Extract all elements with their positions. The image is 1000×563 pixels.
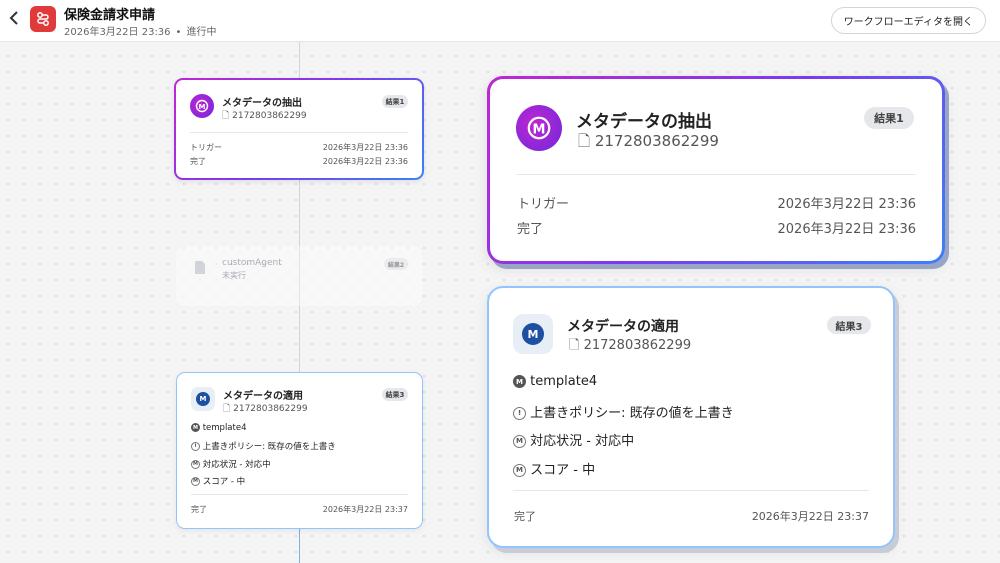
svg-text:M: M xyxy=(533,123,546,138)
complete-time: 2026年3月22日 23:37 xyxy=(751,510,869,523)
file-id: 🗋 2172803862299 xyxy=(223,401,308,417)
file-icon: 🗋 xyxy=(223,404,231,414)
apply-step-card-zoomed[interactable]: M メタデータの適用 🗋 2172803862299 結果3 M templat… xyxy=(487,286,895,548)
complete-time: 2026年3月22日 23:36 xyxy=(777,222,917,237)
complete-label: 完了 xyxy=(191,505,207,514)
trigger-time: 2026年3月22日 23:36 xyxy=(322,143,408,152)
apply-item-score: M スコア - 中 xyxy=(513,459,595,478)
step-title: メタデータの適用 xyxy=(223,391,303,402)
metadata-icon: M xyxy=(191,423,200,432)
metadata-ai-icon: M xyxy=(516,105,562,151)
item-text: 上書きポリシー: 既存の値を上書き xyxy=(530,406,734,421)
metadata-icon: M xyxy=(513,314,553,354)
apply-item-policy: ⵑ 上書きポリシー: 既存の値を上書き xyxy=(513,402,734,421)
result-badge[interactable]: 結果3 xyxy=(827,316,871,334)
result-badge[interactable]: 結果1 xyxy=(864,107,914,129)
apply-step-card[interactable]: M メタデータの適用 🗋 2172803862299 結果3 M templat… xyxy=(176,372,423,529)
metadata-icon: M xyxy=(191,460,200,469)
apply-item-policy: ⵑ 上書きポリシー: 既存の値を上書き xyxy=(191,440,336,452)
step-title: メタデータの抽出 xyxy=(576,112,712,132)
chevron-left-icon xyxy=(9,10,19,29)
file-id: 🗋 2172803862299 xyxy=(222,108,307,124)
extract-step-card-zoomed[interactable]: M メタデータの抽出 🗋 2172803862299 結果1 トリガー 2026… xyxy=(487,76,945,264)
back-button[interactable] xyxy=(4,7,24,31)
page-title: 保険金請求申請 xyxy=(64,8,156,23)
apply-item-status: M 対応状況 - 対応中 xyxy=(513,430,634,449)
item-text: 対応状況 - 対応中 xyxy=(202,460,271,470)
apply-item-score: M スコア - 中 xyxy=(191,475,245,487)
metadata-icon: M xyxy=(191,477,200,486)
open-workflow-editor-button[interactable]: ワークフローエディタを開く xyxy=(830,7,986,34)
complete-label: 完了 xyxy=(517,222,544,237)
item-text: template4 xyxy=(202,423,247,433)
file-id-text: 2172803862299 xyxy=(233,404,308,414)
divider xyxy=(191,494,408,495)
result-badge[interactable]: 結果3 xyxy=(382,388,408,401)
file-id-text: 2172803862299 xyxy=(232,111,307,121)
trigger-label: トリガー xyxy=(190,143,222,152)
step-status: 未実行 xyxy=(222,271,246,280)
item-text: スコア - 中 xyxy=(530,463,596,478)
apply-item-template: M template4 xyxy=(513,374,597,389)
metadata-ai-icon: M xyxy=(190,94,214,118)
item-text: 対応状況 - 対応中 xyxy=(530,434,635,449)
step-title: customAgent xyxy=(222,258,282,268)
file-id: 🗋 2172803862299 xyxy=(578,131,719,156)
separator: • xyxy=(175,27,182,38)
svg-text:M: M xyxy=(199,103,206,111)
divider xyxy=(516,174,916,175)
complete-label: 完了 xyxy=(514,510,536,523)
metadata-icon: M xyxy=(513,464,526,477)
extract-step-card[interactable]: M メタデータの抽出 🗋 2172803862299 結果1 トリガー 2026… xyxy=(174,78,424,180)
complete-time: 2026年3月22日 23:36 xyxy=(322,157,408,166)
metadata-icon: M xyxy=(513,435,526,448)
run-date: 2026年3月22日 23:36 xyxy=(64,27,171,38)
metadata-icon: M xyxy=(191,387,215,411)
item-text: template4 xyxy=(530,374,598,389)
run-status: 進行中 xyxy=(186,27,217,38)
trigger-label: トリガー xyxy=(517,197,570,212)
step-title: メタデータの適用 xyxy=(567,319,679,335)
result-badge[interactable]: 結果1 xyxy=(382,95,408,108)
file-icon: 🗋 xyxy=(222,111,230,121)
apply-item-template: M template4 xyxy=(191,423,246,433)
step-title: メタデータの抽出 xyxy=(222,98,302,109)
metadata-icon: M xyxy=(513,375,526,388)
complete-time: 2026年3月22日 23:37 xyxy=(322,505,408,514)
file-icon: 🗋 xyxy=(569,338,580,353)
clock-icon: ⵑ xyxy=(191,442,200,451)
file-icon xyxy=(194,260,208,276)
result-badge[interactable]: 結果2 xyxy=(384,258,408,270)
complete-label: 完了 xyxy=(190,157,206,166)
run-meta: 2026年3月22日 23:36 • 進行中 xyxy=(64,23,216,38)
file-id-text: 2172803862299 xyxy=(594,132,719,150)
divider xyxy=(190,132,408,133)
trigger-time: 2026年3月22日 23:36 xyxy=(777,197,917,212)
workflow-icon xyxy=(30,6,56,32)
file-id-text: 2172803862299 xyxy=(583,338,692,353)
file-icon: 🗋 xyxy=(578,132,591,150)
agent-step-card[interactable]: customAgent 未実行 結果2 xyxy=(176,246,422,306)
item-text: 上書きポリシー: 既存の値を上書き xyxy=(202,442,336,452)
apply-item-status: M 対応状況 - 対応中 xyxy=(191,458,271,470)
item-text: スコア - 中 xyxy=(202,477,246,487)
file-id: 🗋 2172803862299 xyxy=(569,336,691,358)
divider xyxy=(513,490,869,491)
clock-icon: ⵑ xyxy=(513,407,526,420)
top-header: 保険金請求申請 2026年3月22日 23:36 • 進行中 ワークフローエディタを… xyxy=(0,0,1000,42)
